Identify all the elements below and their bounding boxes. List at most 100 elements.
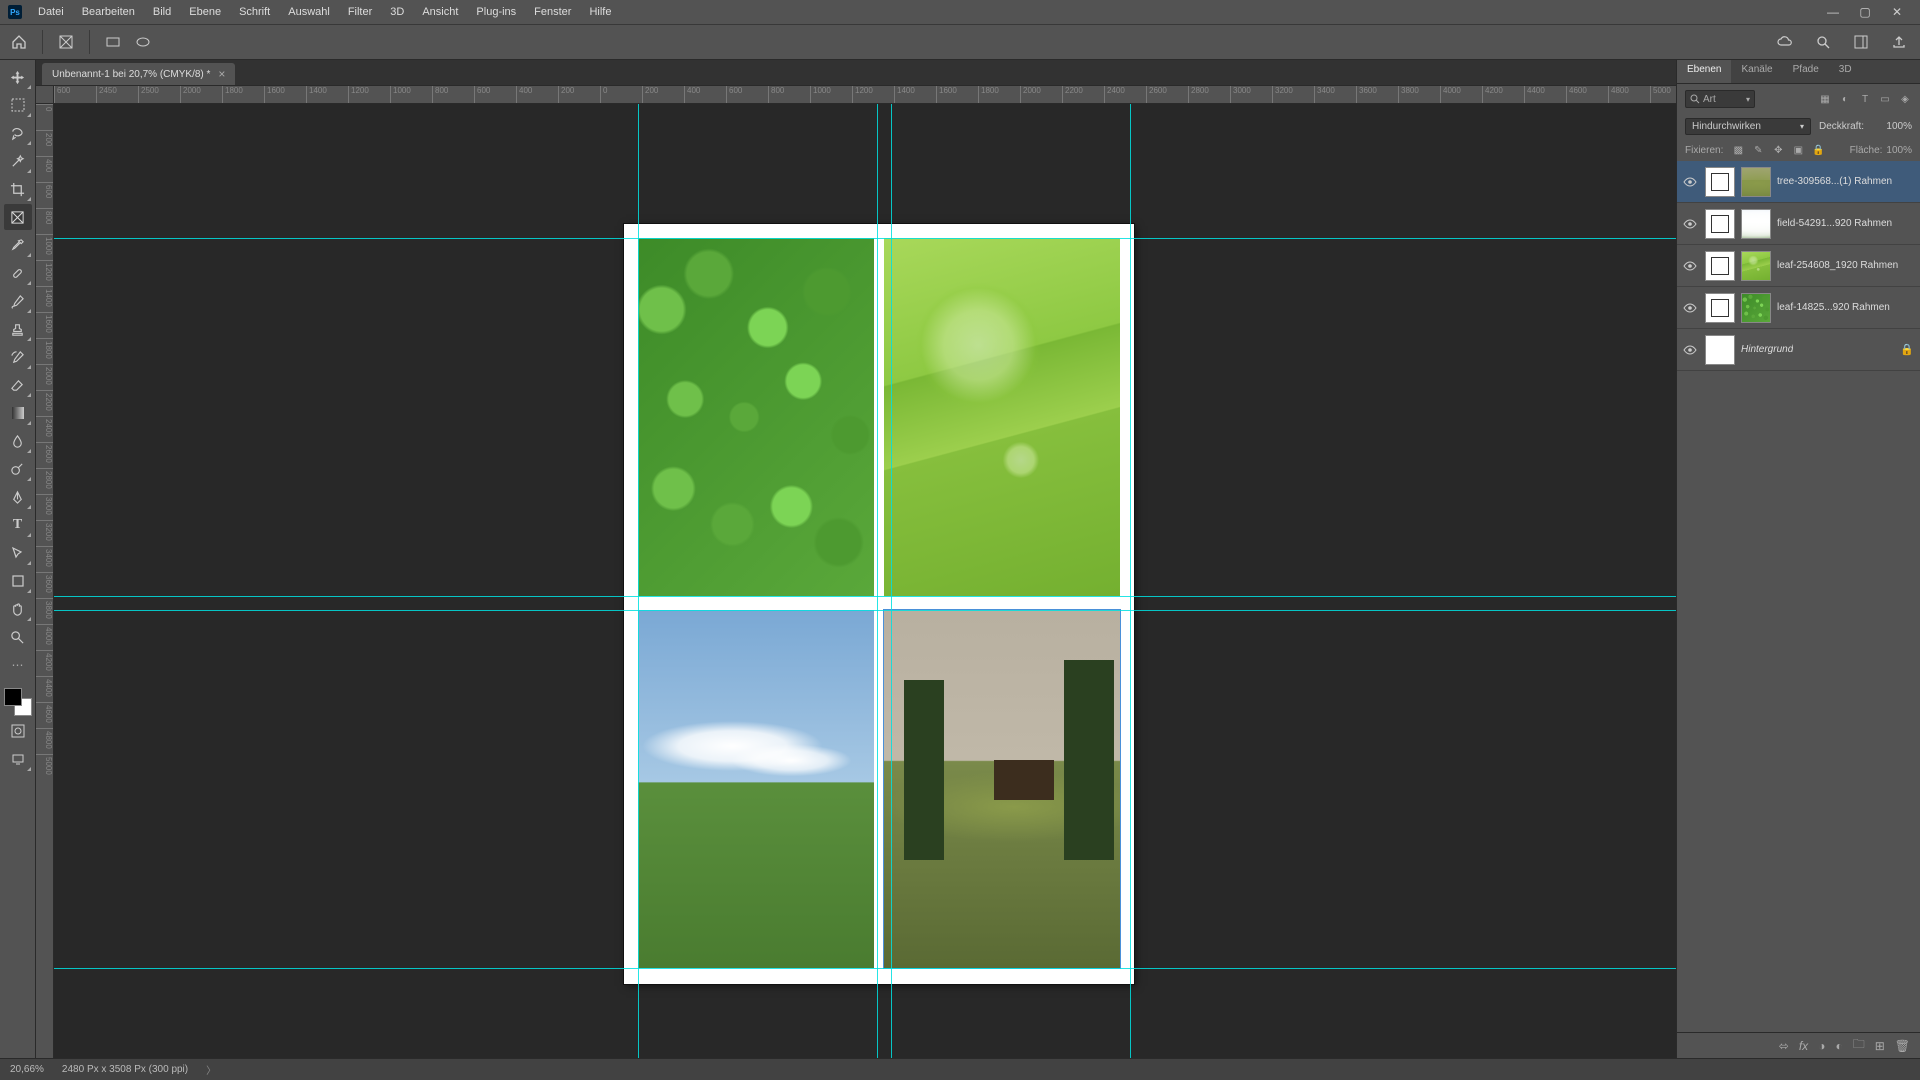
frame-cabin[interactable] [884, 610, 1120, 968]
guide-vertical[interactable] [877, 104, 878, 1058]
visibility-icon[interactable] [1683, 175, 1699, 189]
ruler-horizontal[interactable]: 6002450250020001800160014001200100080060… [54, 86, 1676, 104]
menu-file[interactable]: Datei [30, 3, 72, 21]
new-adjust-icon[interactable]: ◐ [1835, 1039, 1842, 1053]
layer-name[interactable]: leaf-14825...920 Rahmen [1777, 302, 1890, 313]
frame-thumbnail[interactable] [1705, 293, 1735, 323]
menu-select[interactable]: Auswahl [280, 3, 338, 21]
document-tab[interactable]: Unbenannt-1 bei 20,7% (CMYK/8) * × [42, 63, 235, 85]
lock-transparency-icon[interactable]: ▩ [1731, 143, 1745, 157]
menu-help[interactable]: Hilfe [581, 3, 619, 21]
guide-vertical[interactable] [638, 104, 639, 1058]
quickmask-tool[interactable] [4, 718, 32, 744]
frame-clover[interactable] [638, 238, 874, 596]
path-select-tool[interactable] [4, 540, 32, 566]
menu-type[interactable]: Schrift [231, 3, 278, 21]
guide-horizontal[interactable] [54, 968, 1676, 969]
menu-edit[interactable]: Bearbeiten [74, 3, 143, 21]
filter-shape-icon[interactable]: ▭ [1878, 92, 1892, 106]
frame-tool-icon[interactable] [55, 31, 77, 53]
layer-name[interactable]: leaf-254608_1920 Rahmen [1777, 260, 1898, 271]
layer-row[interactable]: Hintergrund🔒 [1677, 329, 1920, 371]
layer-row[interactable]: leaf-254608_1920 Rahmen [1677, 245, 1920, 287]
artboard[interactable] [624, 224, 1134, 984]
guide-horizontal[interactable] [54, 610, 1676, 611]
edit-toolbar[interactable]: ⋯ [4, 652, 32, 678]
visibility-icon[interactable] [1683, 343, 1699, 357]
statusbar-more-icon[interactable]: 〉 [206, 1062, 216, 1077]
frame-thumbnail[interactable] [1705, 251, 1735, 281]
frame-ellipse-icon[interactable] [132, 31, 154, 53]
image-thumbnail[interactable] [1741, 167, 1771, 197]
workspace-icon[interactable] [1850, 31, 1872, 53]
move-tool[interactable] [4, 64, 32, 90]
lock-artboard-icon[interactable]: ▣ [1791, 143, 1805, 157]
menu-image[interactable]: Bild [145, 3, 179, 21]
delete-layer-icon[interactable]: 🗑 [1895, 1039, 1910, 1053]
lock-icon[interactable]: 🔒 [1900, 343, 1914, 356]
image-thumbnail[interactable] [1741, 209, 1771, 239]
tab-paths[interactable]: Pfade [1783, 60, 1829, 83]
blur-tool[interactable] [4, 428, 32, 454]
guide-horizontal[interactable] [54, 596, 1676, 597]
type-tool[interactable]: T [4, 512, 32, 538]
new-group-icon[interactable]: 🗀 [1853, 1035, 1865, 1056]
heal-tool[interactable] [4, 260, 32, 286]
gradient-tool[interactable] [4, 400, 32, 426]
layer-row[interactable]: leaf-14825...920 Rahmen [1677, 287, 1920, 329]
frame-leaf-drop[interactable] [884, 238, 1120, 596]
ruler-origin[interactable] [36, 86, 54, 104]
lock-position-icon[interactable]: ✥ [1771, 143, 1785, 157]
filter-adjust-icon[interactable]: ◐ [1838, 92, 1852, 106]
minimize-button[interactable]: — [1818, 3, 1848, 21]
frame-thumbnail[interactable] [1705, 209, 1735, 239]
menu-filter[interactable]: Filter [340, 3, 380, 21]
search-icon[interactable] [1812, 31, 1834, 53]
layer-filter-kind[interactable]: Art ▾ [1685, 90, 1755, 108]
frame-rect-icon[interactable] [102, 31, 124, 53]
menu-view[interactable]: Ansicht [414, 3, 466, 21]
layer-row[interactable]: field-54291...920 Rahmen [1677, 203, 1920, 245]
share-icon[interactable] [1888, 31, 1910, 53]
filter-smart-icon[interactable]: ◈ [1898, 92, 1912, 106]
visibility-icon[interactable] [1683, 259, 1699, 273]
layer-row[interactable]: tree-309568...(1) Rahmen [1677, 161, 1920, 203]
layer-name[interactable]: tree-309568...(1) Rahmen [1777, 176, 1892, 187]
new-layer-icon[interactable]: ⊞ [1875, 1039, 1885, 1053]
pen-tool[interactable] [4, 484, 32, 510]
zoom-tool[interactable] [4, 624, 32, 650]
hand-tool[interactable] [4, 596, 32, 622]
tab-channels[interactable]: Kanäle [1731, 60, 1782, 83]
stamp-tool[interactable] [4, 316, 32, 342]
link-layers-icon[interactable]: ⬄ [1779, 1039, 1789, 1053]
frame-tool[interactable] [4, 204, 32, 230]
close-icon[interactable]: × [218, 67, 225, 81]
wand-tool[interactable] [4, 148, 32, 174]
add-mask-icon[interactable]: ◑ [1818, 1039, 1825, 1053]
menu-layer[interactable]: Ebene [181, 3, 229, 21]
lock-pixels-icon[interactable]: ✎ [1751, 143, 1765, 157]
dodge-tool[interactable] [4, 456, 32, 482]
visibility-icon[interactable] [1683, 301, 1699, 315]
opacity-value[interactable]: 100% [1872, 121, 1912, 132]
visibility-icon[interactable] [1683, 217, 1699, 231]
ruler-vertical[interactable]: 0200400600800100012001400160018002000220… [36, 104, 54, 1058]
frame-field[interactable] [638, 610, 874, 968]
lock-all-icon[interactable]: 🔒 [1811, 143, 1825, 157]
color-swatches[interactable] [4, 688, 32, 716]
crop-tool[interactable] [4, 176, 32, 202]
lasso-tool[interactable] [4, 120, 32, 146]
layer-name[interactable]: field-54291...920 Rahmen [1777, 218, 1892, 229]
layer-fx-icon[interactable]: fx [1799, 1039, 1808, 1053]
frame-thumbnail[interactable] [1705, 167, 1735, 197]
cloud-icon[interactable] [1774, 31, 1796, 53]
document-info[interactable]: 2480 Px x 3508 Px (300 ppi) [62, 1064, 188, 1075]
screenmode-tool[interactable] [4, 746, 32, 772]
fill-value[interactable]: 100% [1886, 145, 1912, 156]
eraser-tool[interactable] [4, 372, 32, 398]
tab-3d[interactable]: 3D [1829, 60, 1862, 83]
viewport[interactable] [54, 104, 1676, 1058]
filter-type-icon[interactable]: T [1858, 92, 1872, 106]
close-button[interactable]: ✕ [1882, 3, 1912, 21]
brush-tool[interactable] [4, 288, 32, 314]
